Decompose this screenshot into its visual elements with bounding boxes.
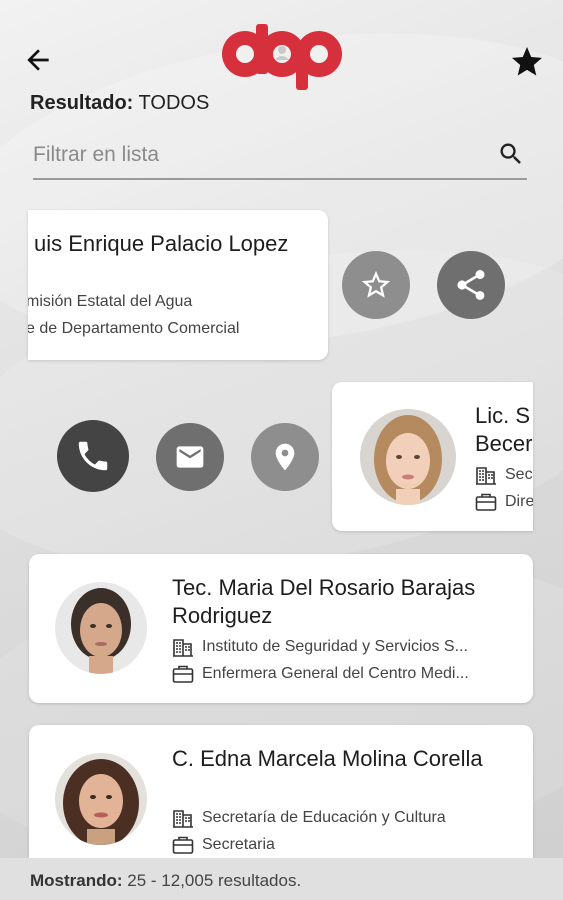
building-icon xyxy=(173,639,193,657)
contact-name-line2: Becer xyxy=(475,431,533,456)
result-label: Resultado: xyxy=(30,92,134,114)
location-button[interactable] xyxy=(251,423,319,491)
contact-position: Enfermera General del Centro Medi... xyxy=(172,664,469,684)
contact-institution: misión Estatal del Agua xyxy=(28,293,192,311)
search-icon[interactable] xyxy=(497,140,525,168)
institution-text: misión Estatal del Agua xyxy=(28,293,193,310)
contact-name: Tec. Maria Del Rosario Barajas Rodriguez xyxy=(172,574,475,630)
contact-institution: Secretaría de Educación y Cultura xyxy=(172,808,446,828)
email-button[interactable] xyxy=(156,423,224,491)
star-outline-icon xyxy=(361,270,391,298)
contact-name: uis Enrique Palacio Lopez xyxy=(34,231,289,256)
call-button[interactable] xyxy=(57,420,129,492)
share-button[interactable] xyxy=(437,251,505,319)
contact-name-line2: Rodriguez xyxy=(172,603,273,628)
contact-name: Lic. S Becer xyxy=(475,402,532,458)
results-count-value: 25 - 12,005 resultados. xyxy=(127,871,302,890)
institution-text: Secretaría de Educación y Cultura xyxy=(202,809,446,826)
share-icon xyxy=(457,270,485,300)
contact-position: Dire xyxy=(475,492,533,512)
contact-position: Secretaria xyxy=(172,835,275,855)
briefcase-icon xyxy=(172,665,194,683)
contact-card[interactable]: Lic. S Becer Sec Dire xyxy=(332,382,533,531)
dap-logo xyxy=(218,20,344,92)
results-count: Mostrando: 25 - 12,005 resultados. xyxy=(30,871,301,891)
building-icon xyxy=(173,810,193,828)
contact-institution: Instituto de Seguridad y Servicios S... xyxy=(172,637,468,657)
filter-bar xyxy=(33,136,527,180)
result-value: TODOS xyxy=(138,92,210,114)
institution-text: Instituto de Seguridad y Servicios S... xyxy=(202,638,468,655)
contact-name-line1: Tec. Maria Del Rosario Barajas xyxy=(172,575,476,600)
contact-photo xyxy=(55,753,147,845)
filter-input[interactable] xyxy=(33,136,483,174)
phone-icon xyxy=(78,441,108,471)
back-button[interactable] xyxy=(18,40,58,80)
contact-name: C. Edna Marcela Molina Corella xyxy=(172,746,483,771)
contact-name-line1: Lic. S xyxy=(475,403,531,428)
results-count-label: Mostrando: xyxy=(30,871,123,890)
contact-institution: Sec xyxy=(475,465,533,485)
favorite-button[interactable] xyxy=(505,40,549,84)
briefcase-icon xyxy=(172,836,194,854)
contact-photo xyxy=(360,409,456,505)
mail-icon xyxy=(176,446,204,468)
building-icon xyxy=(476,467,496,485)
contact-position: e de Departamento Comercial xyxy=(28,320,239,338)
position-text: Secretaria xyxy=(202,836,275,853)
position-text: e de Departamento Comercial xyxy=(28,320,240,337)
contact-card[interactable]: C. Edna Marcela Molina Corella Secretarí… xyxy=(29,725,533,874)
contact-card[interactable]: Tec. Maria Del Rosario Barajas Rodriguez… xyxy=(29,554,533,703)
contact-photo xyxy=(55,582,147,674)
result-summary: Resultado: TODOS xyxy=(30,92,209,115)
institution-text: Sec xyxy=(505,466,533,483)
arrow-left-icon xyxy=(27,49,49,71)
star-icon xyxy=(512,47,542,76)
contact-card[interactable]: uis Enrique Palacio Lopez misión Estatal… xyxy=(28,210,328,360)
position-text: Enfermera General del Centro Medi... xyxy=(202,665,469,682)
location-pin-icon xyxy=(275,443,295,471)
position-text: Dire xyxy=(505,493,533,510)
briefcase-icon xyxy=(475,493,497,511)
favorite-contact-button[interactable] xyxy=(342,251,410,319)
